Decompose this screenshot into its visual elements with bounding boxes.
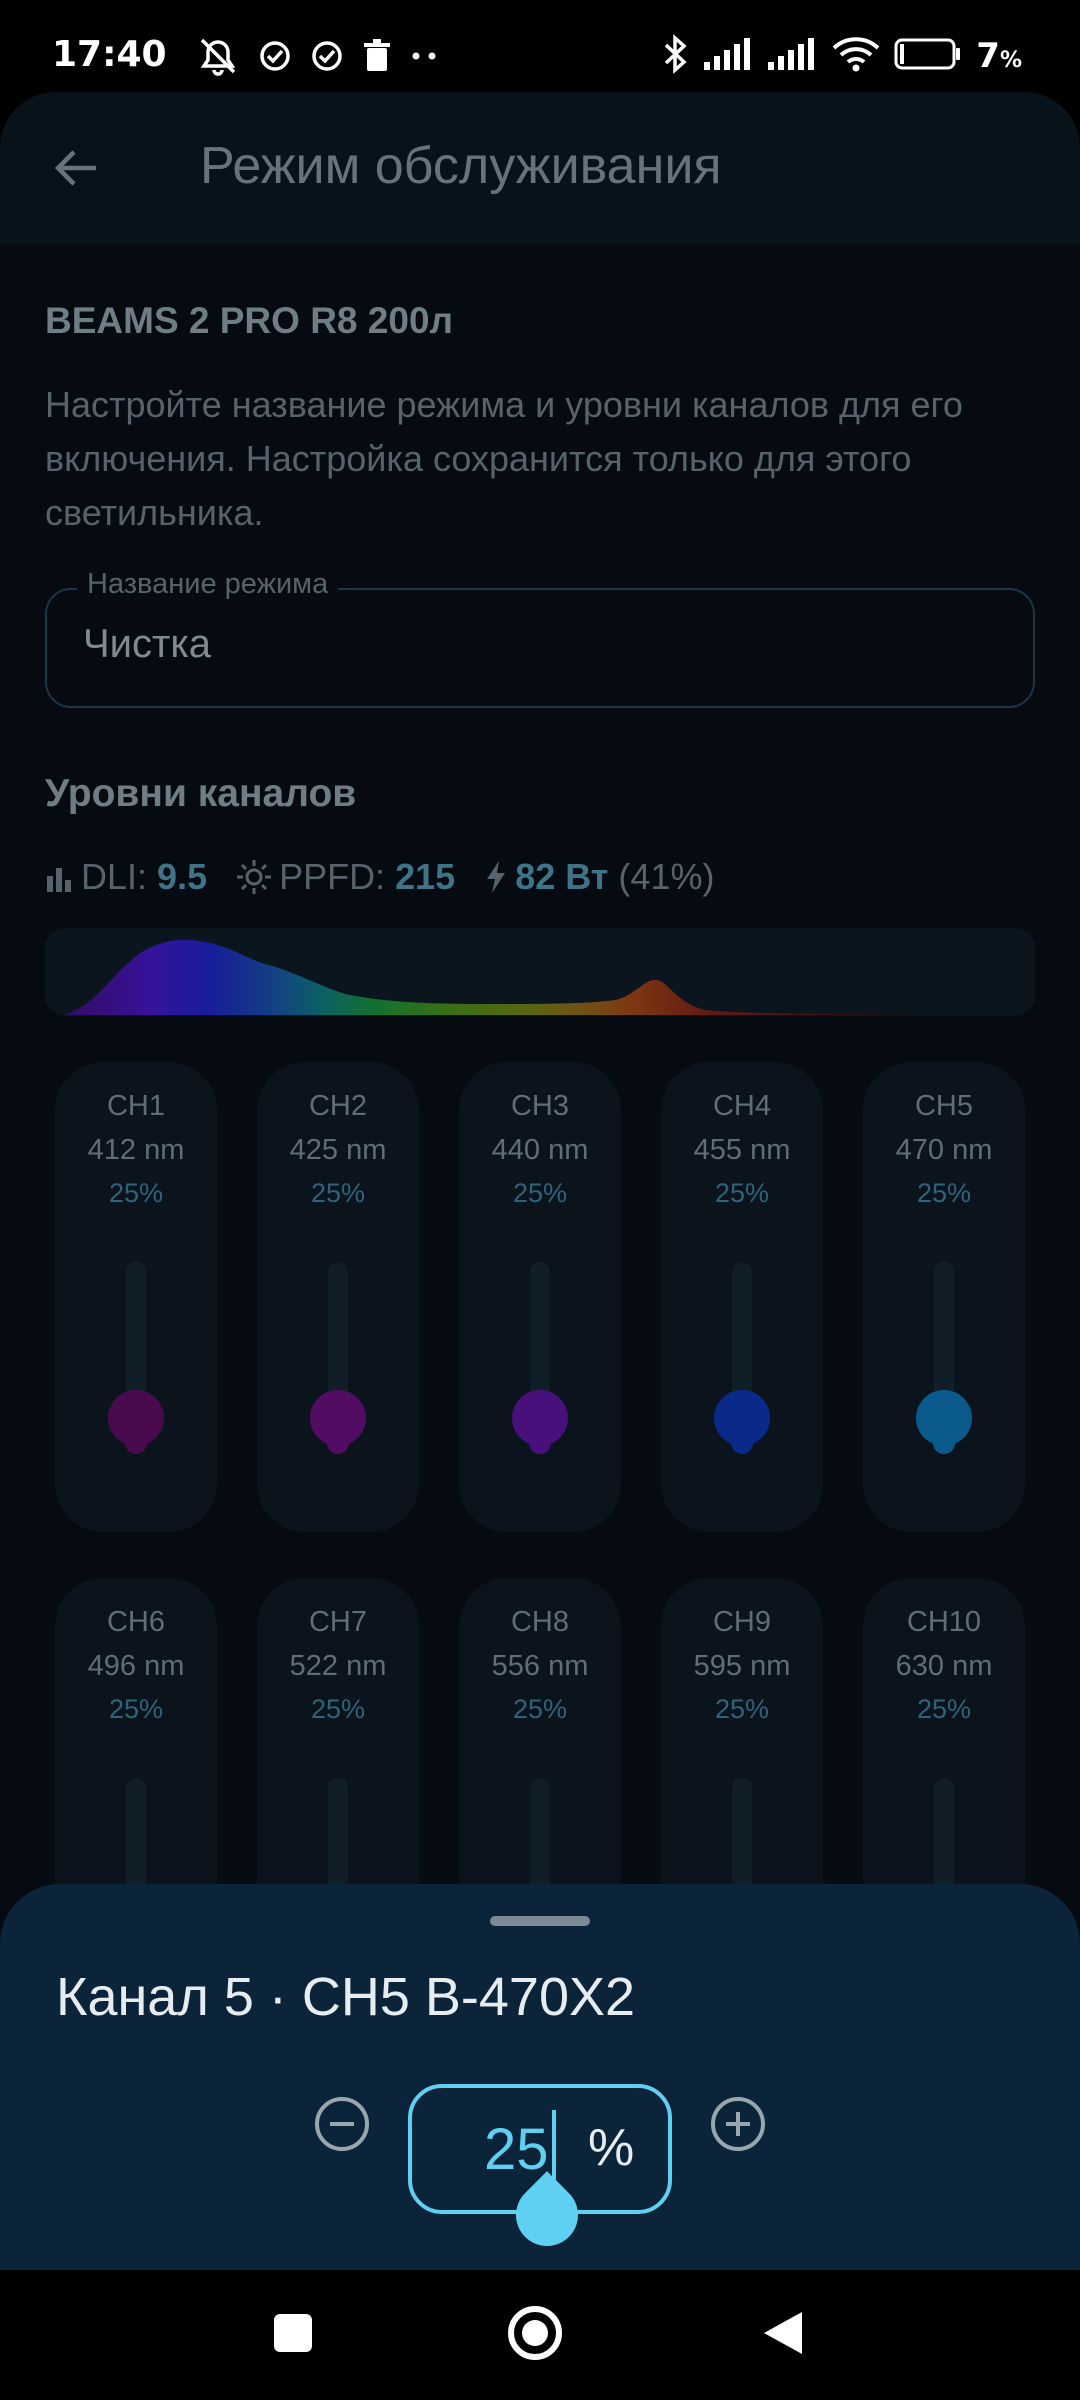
battery-icon (894, 38, 962, 74)
channel-slider-thumb[interactable] (108, 1390, 164, 1446)
ppfd-label: PPFD: (279, 856, 386, 897)
increase-button[interactable] (708, 2096, 768, 2156)
recents-button[interactable] (258, 2300, 328, 2370)
status-time: 17:40 (52, 34, 167, 75)
channel-slider-thumb[interactable] (714, 1390, 770, 1446)
channel-level: 25% (714, 1694, 770, 1724)
channel-levels-title: Уровни каналов (45, 772, 357, 815)
channel-card-ch2[interactable]: CH2 425 nm 25% (257, 1062, 419, 1532)
trash-icon (362, 39, 392, 73)
light-stats: DLI: 9.5 PPFD: 215 82 Вт (41%) (45, 856, 714, 898)
more-notifications-icon (410, 51, 440, 61)
channel-level: 25% (714, 1178, 770, 1208)
mode-name-input[interactable]: Чистка (83, 622, 211, 667)
home-circle-icon (506, 2304, 564, 2366)
bolt-icon (483, 859, 509, 895)
channel-level: 25% (108, 1178, 164, 1208)
app-bar: Режим обслуживания (0, 92, 1080, 244)
channel-wavelength: 556 nm (491, 1650, 589, 1682)
sun-icon (235, 858, 273, 896)
channel-name: CH10 (906, 1606, 982, 1638)
battery-percent: 7% (976, 36, 1022, 76)
channel-level: 25% (512, 1694, 568, 1724)
channel-slider-thumb[interactable] (512, 1390, 568, 1446)
check-circle-icon (258, 39, 292, 73)
channel-wavelength: 470 nm (895, 1134, 993, 1166)
channel-card-ch4[interactable]: CH4 455 nm 25% (661, 1062, 823, 1532)
level-value[interactable]: 25 (484, 2116, 549, 2183)
channel-level: 25% (310, 1178, 366, 1208)
channel-slider-thumb[interactable] (916, 1390, 972, 1446)
power-value: 82 Вт (515, 856, 609, 897)
channel-wavelength: 440 nm (491, 1134, 589, 1166)
signal-icon (704, 38, 754, 74)
spectrum-graph (45, 928, 1035, 1016)
wifi-icon (832, 36, 880, 76)
channel-bottom-sheet: Канал 5 · CH5 B-470X2 25 % (0, 1884, 1080, 2270)
channel-level: 25% (916, 1694, 972, 1724)
channel-name: CH7 (308, 1606, 367, 1638)
sheet-title: Канал 5 · CH5 B-470X2 (56, 1967, 636, 2027)
dli-label: DLI: (81, 856, 148, 897)
drag-handle[interactable] (490, 1916, 590, 1926)
channel-name: CH3 (510, 1090, 569, 1122)
channel-wavelength: 455 nm (693, 1134, 791, 1166)
decrease-button[interactable] (312, 2096, 372, 2156)
mode-name-field[interactable]: Название режима Чистка (45, 568, 1035, 708)
check-circle-icon (310, 39, 344, 73)
mode-name-label: Название режима (77, 568, 339, 601)
channels-row-1: CH1 412 nm 25% CH2 425 nm 25% CH3 440 nm 25% CH4 4… (55, 1062, 1025, 1532)
back-button[interactable] (40, 134, 112, 206)
signal-icon (768, 38, 818, 74)
minus-circle-icon (313, 2095, 371, 2157)
alarm-off-icon (196, 36, 240, 76)
notification-icons (196, 36, 440, 76)
channel-name: CH8 (510, 1606, 569, 1638)
ppfd-value: 215 (395, 856, 456, 897)
navigation-bar (0, 2270, 1080, 2400)
channel-wavelength: 412 nm (87, 1134, 185, 1166)
home-button[interactable] (500, 2300, 570, 2370)
channel-name: CH6 (106, 1606, 165, 1638)
description-text: Настройте название режима и уровни канал… (45, 384, 963, 533)
channel-slider-thumb[interactable] (310, 1390, 366, 1446)
square-icon (272, 2312, 314, 2358)
text-cursor (552, 2110, 556, 2182)
channel-name: CH4 (712, 1090, 771, 1122)
channel-name: CH9 (712, 1606, 771, 1638)
channel-wavelength: 595 nm (693, 1650, 791, 1682)
bar-chart-icon (45, 862, 75, 892)
dli-value: 9.5 (157, 856, 208, 897)
channel-wavelength: 496 nm (87, 1650, 185, 1682)
triangle-back-icon (760, 2308, 806, 2362)
device-name: BEAMS 2 PRO R8 200л (45, 300, 454, 341)
system-status-icons: 7% (662, 34, 1022, 78)
channel-name: CH1 (106, 1090, 165, 1122)
channel-name: CH5 (914, 1090, 973, 1122)
power-percent: (41%) (618, 856, 715, 897)
channel-level: 25% (916, 1178, 972, 1208)
channel-level: 25% (310, 1694, 366, 1724)
channel-wavelength: 425 nm (289, 1134, 387, 1166)
channel-card-ch1[interactable]: CH1 412 nm 25% (55, 1062, 217, 1532)
channel-card-ch3[interactable]: CH3 440 nm 25% (459, 1062, 621, 1532)
channel-wavelength: 522 nm (289, 1650, 387, 1682)
back-nav-button[interactable] (748, 2300, 818, 2370)
level-unit: % (588, 2119, 635, 2177)
channel-card-ch5[interactable]: CH5 470 nm 25% (863, 1062, 1025, 1532)
arrow-back-icon (52, 148, 100, 192)
channel-level: 25% (512, 1178, 568, 1208)
channel-name: CH2 (308, 1090, 367, 1122)
channel-wavelength: 630 nm (895, 1650, 993, 1682)
page-title: Режим обслуживания (200, 137, 722, 195)
channel-level: 25% (108, 1694, 164, 1724)
bluetooth-icon (662, 34, 690, 78)
plus-circle-icon (709, 2095, 767, 2157)
